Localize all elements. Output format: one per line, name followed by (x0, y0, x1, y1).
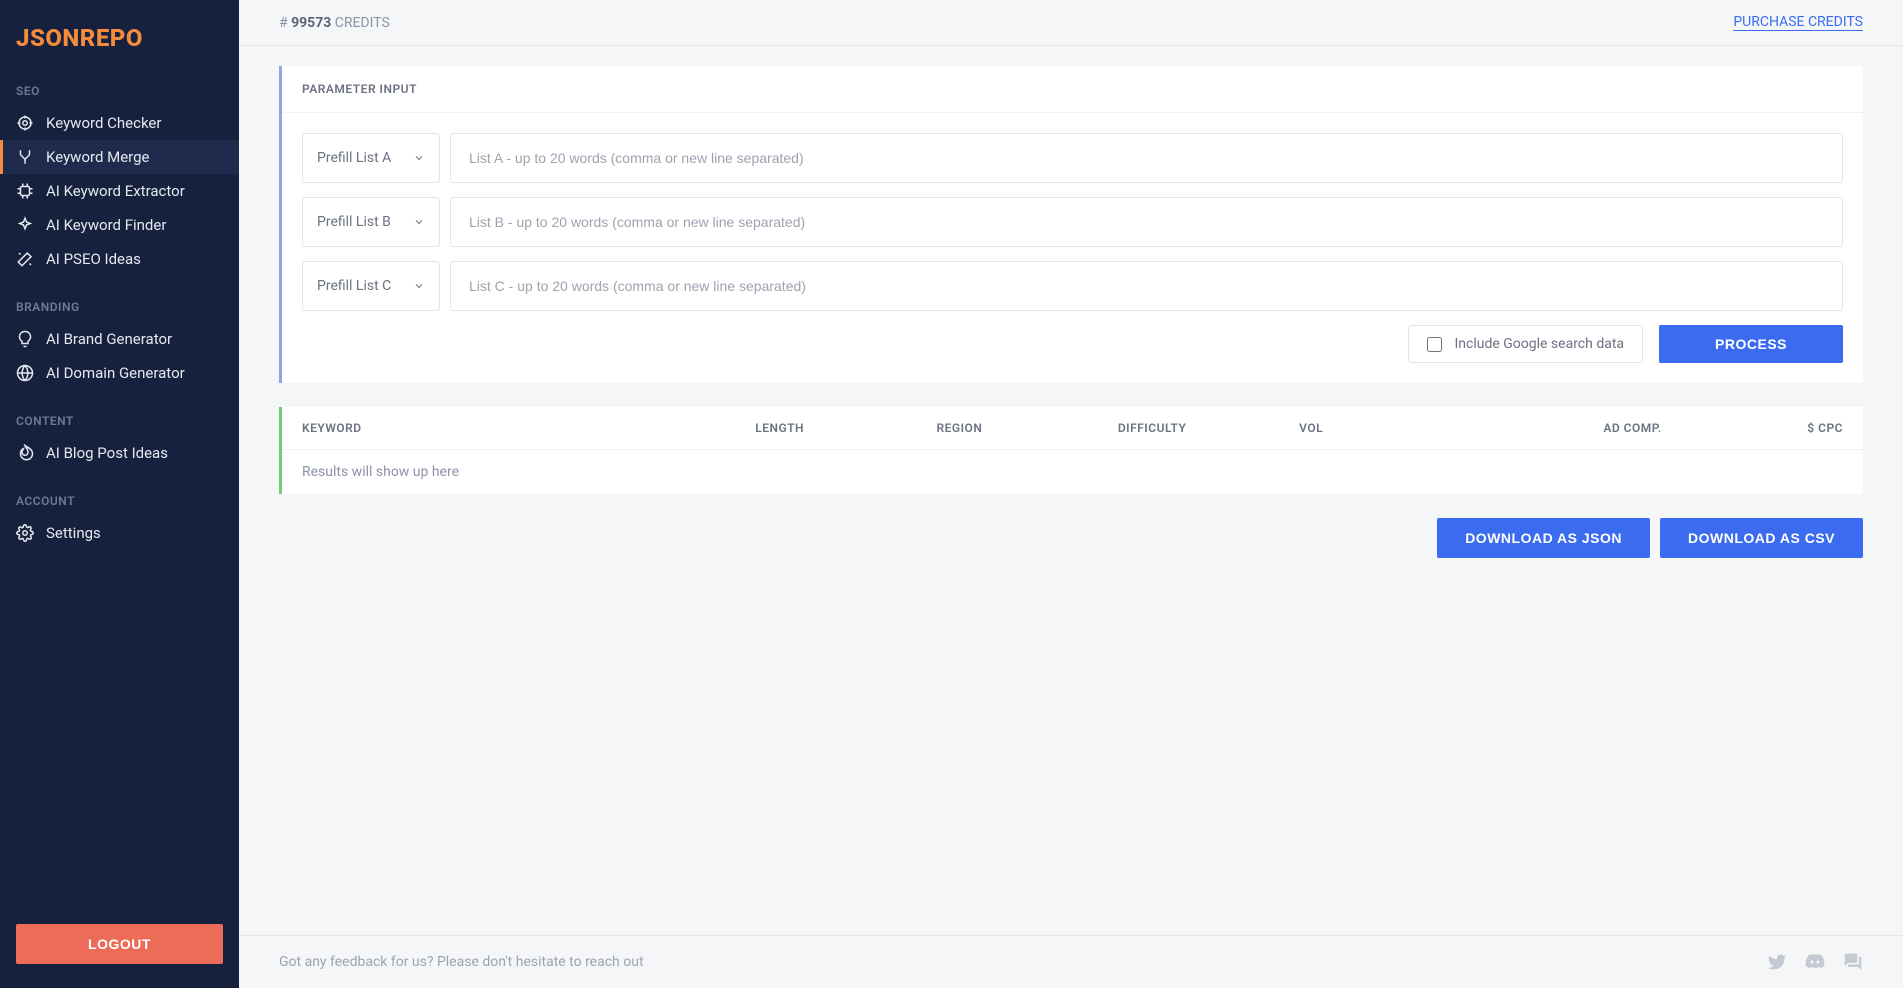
chevron-down-icon (413, 280, 425, 292)
results-empty: Results will show up here (282, 450, 1863, 494)
prefill-select-label: Prefill List C (317, 278, 391, 294)
include-google-checkbox-wrap[interactable]: Include Google search data (1408, 325, 1643, 363)
download-row: DOWNLOAD AS JSON DOWNLOAD AS CSV (279, 518, 1863, 558)
chip-icon (16, 182, 34, 200)
results-panel: KEYWORD LENGTH REGION DIFFICULTY VOL AD … (279, 407, 1863, 494)
sidebar-item-label: AI Keyword Finder (46, 216, 166, 234)
nav-section-branding: BRANDING AI Brand Generator AI Domain Ge… (0, 292, 239, 406)
sidebar-item-label: AI PSEO Ideas (46, 250, 141, 268)
nav-section-content: CONTENT AI Blog Post Ideas (0, 406, 239, 486)
logo[interactable]: JSONREPO (0, 24, 239, 76)
nav-heading: SEO (0, 76, 239, 106)
sidebar-item-label: AI Domain Generator (46, 364, 185, 382)
param-row-c: Prefill List C (302, 261, 1843, 311)
footer-icons (1767, 952, 1863, 972)
th-keyword: KEYWORD (302, 421, 755, 435)
include-google-checkbox[interactable] (1427, 337, 1442, 352)
fire-icon (16, 444, 34, 462)
prefill-select-b[interactable]: Prefill List B (302, 197, 440, 247)
prefill-select-label: Prefill List A (317, 150, 391, 166)
sidebar-item-label: AI Blog Post Ideas (46, 444, 168, 462)
nav-heading: BRANDING (0, 292, 239, 322)
th-vol: VOL (1299, 421, 1480, 435)
actions-row: Include Google search data PROCESS (302, 325, 1843, 363)
gear-icon (16, 524, 34, 542)
list-input-b[interactable] (450, 197, 1843, 247)
results-table: KEYWORD LENGTH REGION DIFFICULTY VOL AD … (282, 407, 1863, 494)
th-adcomp: AD COMP. (1480, 421, 1661, 435)
wand-icon (16, 250, 34, 268)
param-row-b: Prefill List B (302, 197, 1843, 247)
credits-suffix: CREDITS (331, 15, 390, 31)
parameter-input-panel: PARAMETER INPUT Prefill List A Prefill L… (279, 66, 1863, 383)
chevron-down-icon (413, 152, 425, 164)
sidebar-item-label: AI Keyword Extractor (46, 182, 185, 200)
chevron-down-icon (413, 216, 425, 228)
discord-icon[interactable] (1805, 952, 1825, 972)
th-length: LENGTH (755, 421, 936, 435)
sidebar-item-ai-keyword-finder[interactable]: AI Keyword Finder (0, 208, 239, 242)
sidebar-item-settings[interactable]: Settings (0, 516, 239, 550)
process-button[interactable]: PROCESS (1659, 325, 1843, 363)
sidebar-item-ai-keyword-extractor[interactable]: AI Keyword Extractor (0, 174, 239, 208)
credits-display: # 99573 CREDITS (279, 15, 390, 31)
purchase-credits-link[interactable]: PURCHASE CREDITS (1733, 14, 1863, 31)
nav-section-seo: SEO Keyword Checker Keyword Merge AI Key… (0, 76, 239, 292)
sidebar-item-ai-domain-generator[interactable]: AI Domain Generator (0, 356, 239, 390)
prefill-select-a[interactable]: Prefill List A (302, 133, 440, 183)
param-row-a: Prefill List A (302, 133, 1843, 183)
merge-icon (16, 148, 34, 166)
sidebar-item-label: AI Brand Generator (46, 330, 172, 348)
footer-text: Got any feedback for us? Please don't he… (279, 954, 644, 970)
table-head: KEYWORD LENGTH REGION DIFFICULTY VOL AD … (282, 407, 1863, 450)
nav-heading: CONTENT (0, 406, 239, 436)
prefill-select-label: Prefill List B (317, 214, 391, 230)
sidebar-item-ai-pseo-ideas[interactable]: AI PSEO Ideas (0, 242, 239, 276)
topbar: # 99573 CREDITS PURCHASE CREDITS (239, 0, 1903, 46)
th-region: REGION (937, 421, 1118, 435)
credits-prefix: # (279, 15, 291, 31)
footer: Got any feedback for us? Please don't he… (239, 935, 1903, 988)
prefill-select-c[interactable]: Prefill List C (302, 261, 440, 311)
download-json-button[interactable]: DOWNLOAD AS JSON (1437, 518, 1650, 558)
panel-body: Prefill List A Prefill List B Prefill Li… (282, 113, 1863, 383)
logout-button[interactable]: LOGOUT (16, 924, 223, 964)
th-difficulty: DIFFICULTY (1118, 421, 1299, 435)
content: PARAMETER INPUT Prefill List A Prefill L… (239, 46, 1903, 578)
globe-icon (16, 364, 34, 382)
sidebar-item-ai-brand-generator[interactable]: AI Brand Generator (0, 322, 239, 356)
panel-header: PARAMETER INPUT (282, 66, 1863, 113)
bulb-icon (16, 330, 34, 348)
sparkle-icon (16, 216, 34, 234)
credits-number: 99573 (291, 15, 331, 31)
nav-heading: ACCOUNT (0, 486, 239, 516)
sidebar-item-keyword-checker[interactable]: Keyword Checker (0, 106, 239, 140)
list-input-a[interactable] (450, 133, 1843, 183)
target-icon (16, 114, 34, 132)
sidebar-item-label: Keyword Merge (46, 148, 150, 166)
list-input-c[interactable] (450, 261, 1843, 311)
main: # 99573 CREDITS PURCHASE CREDITS PARAMET… (239, 0, 1903, 988)
nav-section-account: ACCOUNT Settings (0, 486, 239, 566)
sidebar-item-label: Keyword Checker (46, 114, 161, 132)
sidebar-item-keyword-merge[interactable]: Keyword Merge (0, 140, 239, 174)
download-csv-button[interactable]: DOWNLOAD AS CSV (1660, 518, 1863, 558)
sidebar-item-ai-blog-post-ideas[interactable]: AI Blog Post Ideas (0, 436, 239, 470)
sidebar-item-label: Settings (46, 524, 101, 542)
twitter-icon[interactable] (1767, 952, 1787, 972)
feedback-icon[interactable] (1843, 952, 1863, 972)
th-cpc: $ CPC (1662, 421, 1843, 435)
sidebar: JSONREPO SEO Keyword Checker Keyword Mer… (0, 0, 239, 988)
sidebar-spacer (0, 566, 239, 924)
checkbox-label: Include Google search data (1454, 336, 1624, 352)
